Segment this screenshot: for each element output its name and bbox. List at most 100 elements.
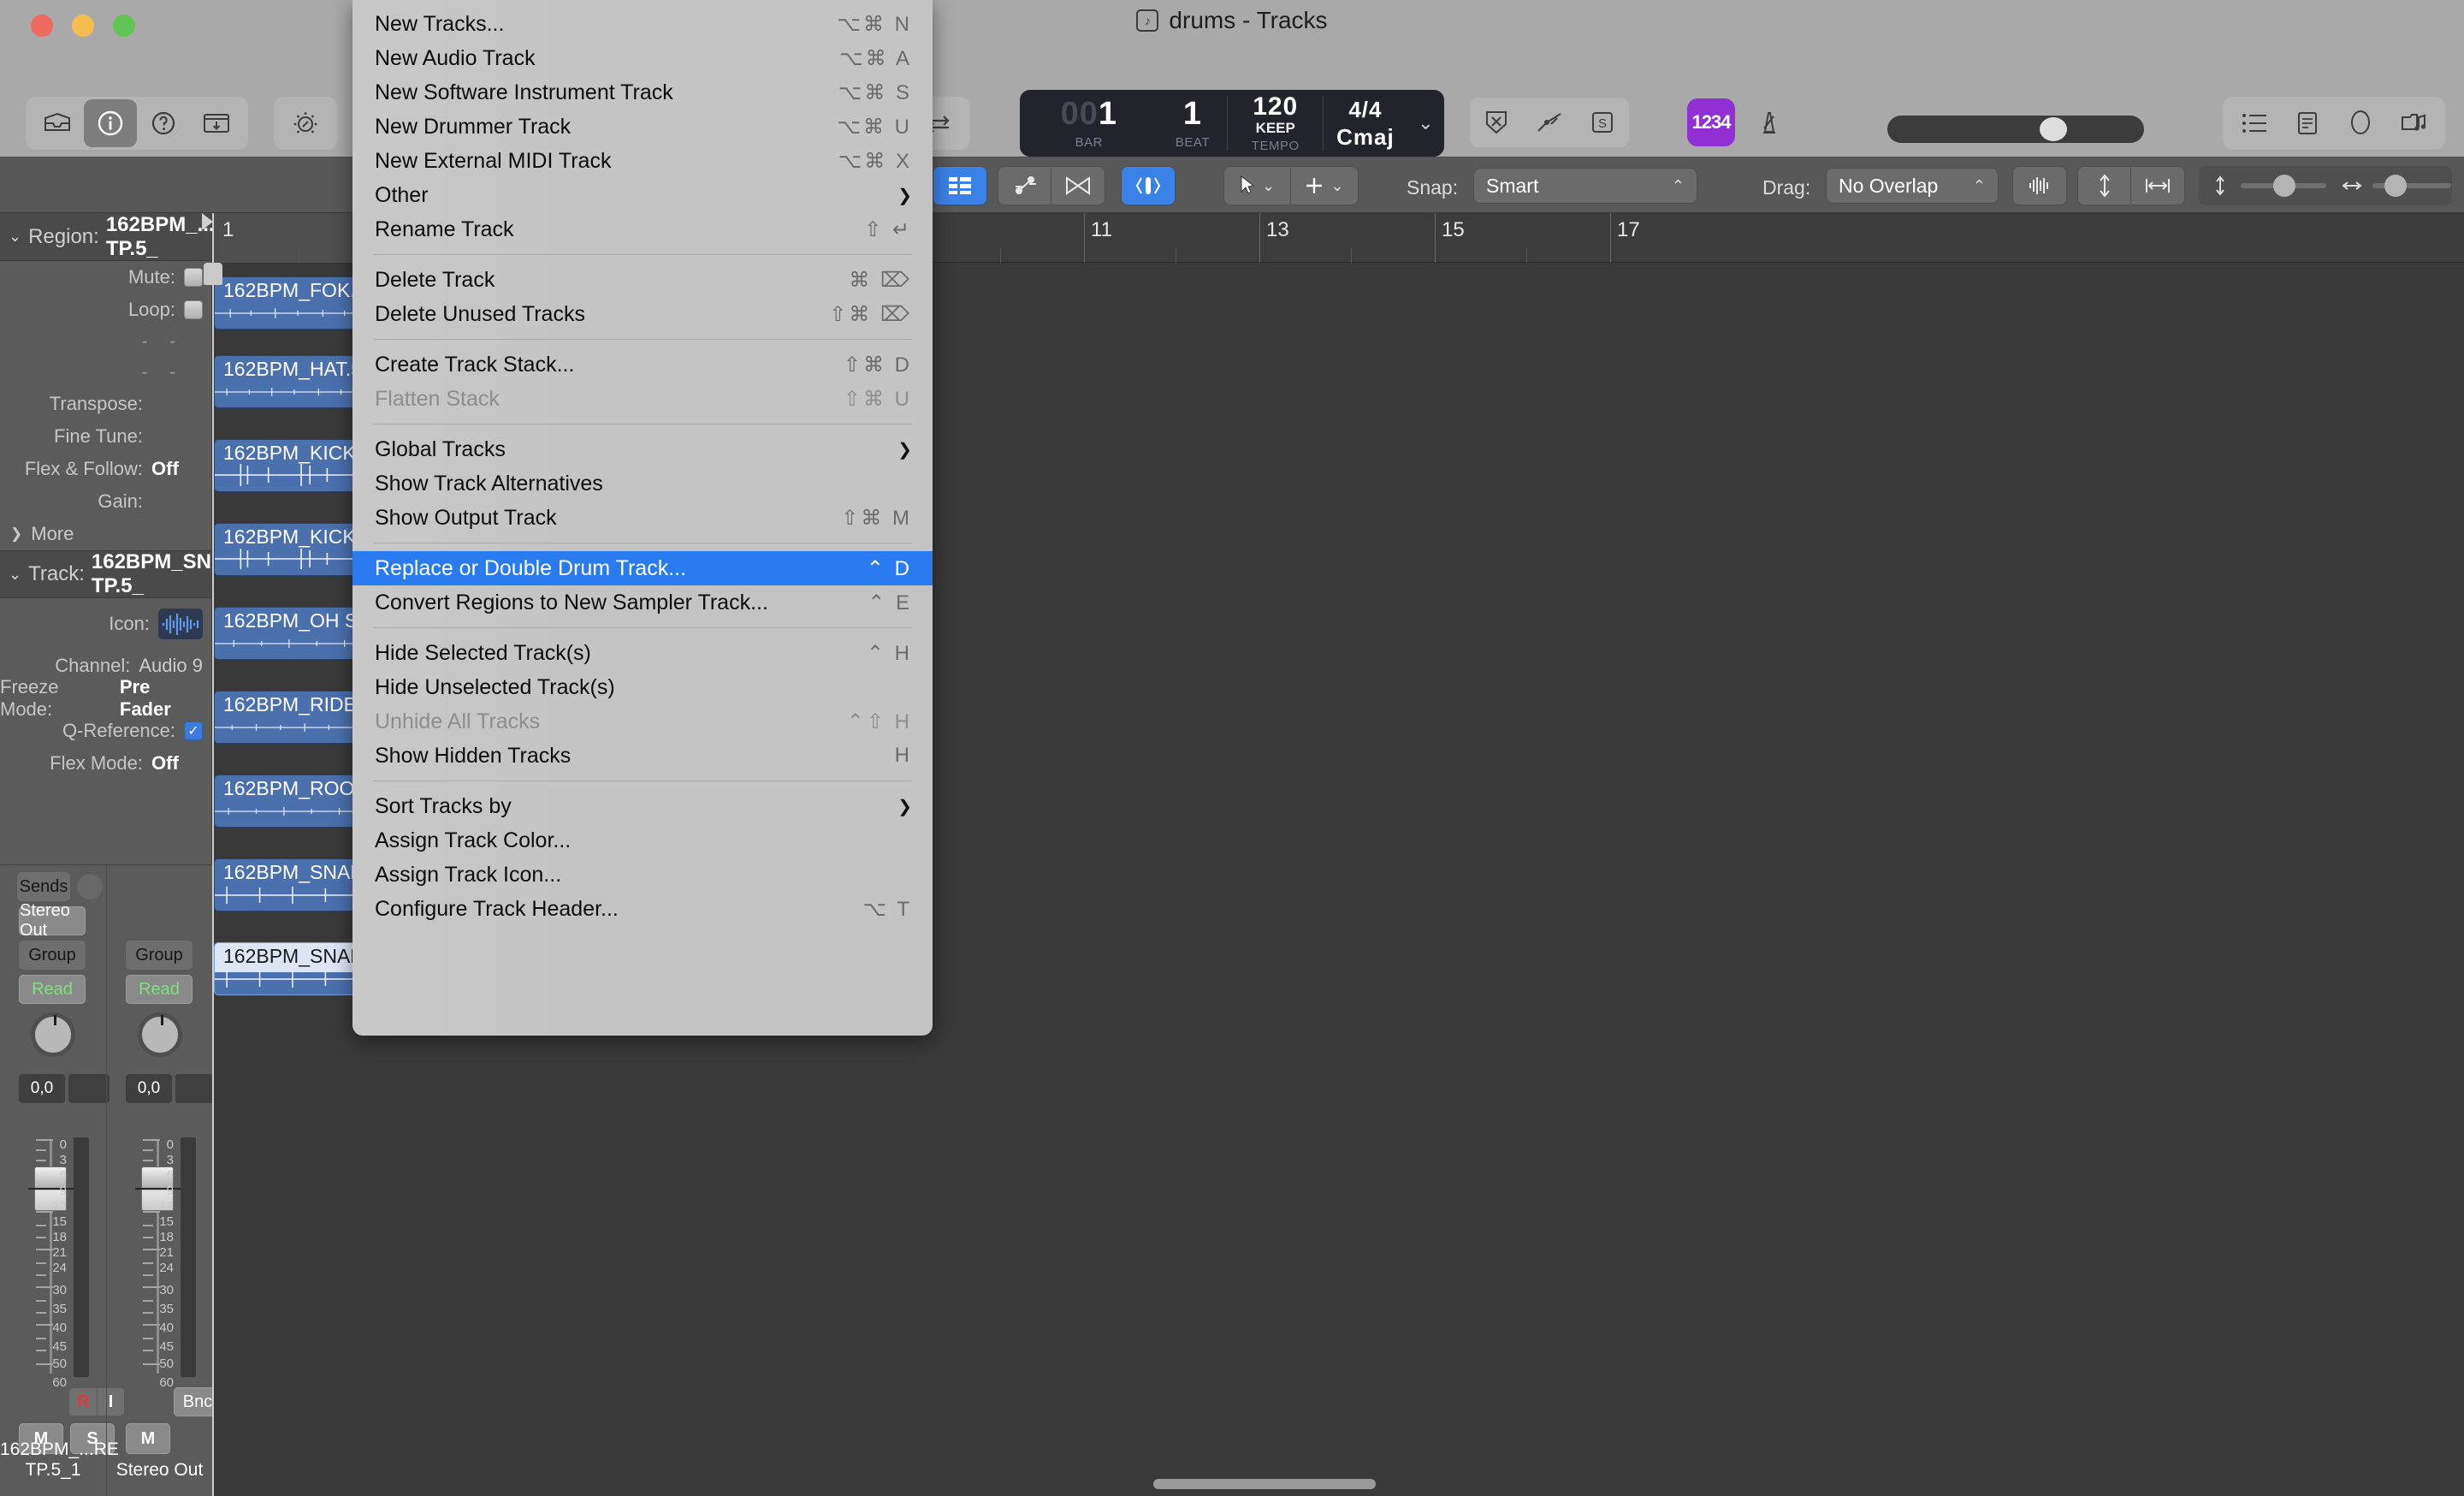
playhead[interactable] <box>202 213 222 1496</box>
menu-item-create-track-stack[interactable]: Create Track Stack... ⇧⌘ D <box>352 347 933 382</box>
menu-item-new-tracks[interactable]: New Tracks... ⌥⌘ N <box>352 7 933 41</box>
chevron-down-icon-region[interactable]: ⌄ <box>9 228 21 246</box>
gain-value[interactable] <box>68 1074 110 1103</box>
menu-item-shortcut: ⌥⌘ U <box>837 115 912 139</box>
drag-dropdown[interactable]: No Overlap ⌃ <box>1826 168 1999 204</box>
menu-item-sort-tracks-by[interactable]: Sort Tracks by ❯ <box>352 789 933 823</box>
menu-item-rename-track[interactable]: Rename Track ⇧ ↵ <box>352 212 933 246</box>
track-context-menu[interactable]: New Tracks... ⌥⌘ N New Audio Track ⌥⌘ A New … <box>352 0 933 1036</box>
menu-item-assign-track-color[interactable]: Assign Track Color... <box>352 823 933 858</box>
menu-item-other[interactable]: Other ❯ <box>352 178 933 212</box>
track-freeze-row[interactable]: Freeze Mode: Pre Fader <box>0 676 211 720</box>
region-finetune-row[interactable]: Fine Tune: <box>0 420 211 453</box>
vertical-zoom-glyph <box>2200 167 2241 205</box>
automation-mode-button[interactable]: Read <box>19 975 86 1004</box>
menu-item-label: New Drummer Track <box>375 114 572 139</box>
menu-item-delete-track[interactable]: Delete Track ⌘ ⌦ <box>352 263 933 297</box>
region-loop-checkbox[interactable] <box>184 300 203 319</box>
region-more-row[interactable]: ❯ More <box>0 518 211 550</box>
list-editors-icon[interactable] <box>2228 99 2281 147</box>
sends-knob[interactable] <box>77 874 103 899</box>
smart-controls-icon[interactable] <box>279 99 332 147</box>
record-enable-button[interactable]: R <box>69 1388 97 1416</box>
menu-item-new-drummer-track[interactable]: New Drummer Track ⌥⌘ U <box>352 110 933 144</box>
drag-value: No Overlap <box>1839 174 1939 197</box>
chevron-down-icon[interactable]: ⌄ <box>1407 90 1444 157</box>
group-button[interactable]: Group <box>19 941 86 970</box>
menu-item-shortcut: ⌘ ⌦ <box>849 268 912 292</box>
region-transpose-row[interactable]: Transpose: <box>0 388 211 420</box>
low-latency-icon[interactable] <box>1470 100 1523 145</box>
menu-item-global-tracks[interactable]: Global Tracks ❯ <box>352 432 933 466</box>
pan-value-2[interactable]: 0,0 <box>126 1074 172 1103</box>
horizontal-zoom-slider[interactable] <box>2372 175 2451 197</box>
region-loop-row[interactable]: Loop: <box>0 294 211 326</box>
master-volume-knob[interactable] <box>2040 117 2067 141</box>
menu-item-convert-regions-to-new-sampler-track[interactable]: Convert Regions to New Sampler Track... ⌃… <box>352 585 933 620</box>
group-button-2[interactable]: Group <box>126 941 192 970</box>
automation-icon[interactable] <box>1523 100 1576 145</box>
output-button[interactable]: Stereo Out <box>19 901 86 940</box>
playhead-handle[interactable] <box>204 263 222 285</box>
fit-width-icon[interactable] <box>2131 167 2184 205</box>
menu-item-show-hidden-tracks[interactable]: Show Hidden Tracks H <box>352 739 933 773</box>
metronome-icon[interactable] <box>1745 98 1793 146</box>
notes-icon[interactable] <box>2281 99 2334 147</box>
region-gain-row[interactable]: Gain: <box>0 485 211 518</box>
flex-icon[interactable] <box>998 167 1051 205</box>
region-inspector-header[interactable]: ⌄ Region: 162BPM_...ARE TP.5_ <box>0 213 258 261</box>
library-icon[interactable] <box>31 99 84 147</box>
horizontal-scrollbar[interactable] <box>1153 1479 1376 1489</box>
track-flexmode-row[interactable]: Flex Mode: Off <box>0 747 211 780</box>
secondary-tool[interactable]: ⌄ <box>1291 167 1358 205</box>
menu-item-new-software-instrument-track[interactable]: New Software Instrument Track ⌥⌘ S <box>352 75 933 110</box>
horizontal-zoom-handle[interactable] <box>2384 175 2407 197</box>
menu-item-show-output-track[interactable]: Show Output Track ⇧⌘ M <box>352 501 933 535</box>
media-browser-icon[interactable] <box>2387 99 2440 147</box>
region-mute-row[interactable]: Mute: <box>0 261 211 294</box>
fade-icon[interactable] <box>1051 167 1105 205</box>
pan-knob[interactable] <box>31 1012 75 1057</box>
track-qreference-checkbox[interactable]: ✓ <box>184 721 203 740</box>
gain-value-2[interactable] <box>175 1074 216 1103</box>
menu-item-delete-unused-tracks[interactable]: Delete Unused Tracks ⇧⌘ ⌦ <box>352 297 933 331</box>
menu-item-show-track-alternatives[interactable]: Show Track Alternatives <box>352 466 933 501</box>
track-inspector-header[interactable]: ⌄ Track: 162BPM_SNARE TP.5_ <box>0 550 255 598</box>
menu-item-replace-or-double-drum-track[interactable]: Replace or Double Drum Track... ⌃ D <box>352 551 933 585</box>
loop-browser-icon[interactable] <box>2334 99 2387 147</box>
track-headers-icon[interactable] <box>933 167 986 205</box>
count-in-icon[interactable]: 1234 <box>1687 98 1735 146</box>
waveform-view-icon[interactable] <box>2013 167 2066 205</box>
vertical-zoom-icon[interactable] <box>2078 167 2131 205</box>
vertical-zoom-handle[interactable] <box>2273 175 2295 197</box>
menu-item-hide-selected-track-s[interactable]: Hide Selected Track(s) ⌃ H <box>352 636 933 670</box>
lcd-display[interactable]: 001 BAR 1 BEAT 120 KEEP TEMPO 4/4 Cmaj ⌄ <box>1020 90 1444 157</box>
snap-dropdown[interactable]: Smart ⌃ <box>1473 168 1697 204</box>
track-freeze-value: Pre Fader <box>119 676 171 720</box>
menu-item-hide-unselected-track-s[interactable]: Hide Unselected Track(s) <box>352 670 933 704</box>
sends-button[interactable]: Sends <box>17 872 70 901</box>
master-volume-slider[interactable] <box>1887 116 2144 143</box>
quick-help-icon[interactable] <box>137 99 190 147</box>
toolbar-icon[interactable] <box>190 99 243 147</box>
chevron-down-icon-track[interactable]: ⌄ <box>9 566 21 584</box>
menu-item-configure-track-header[interactable]: Configure Track Header... ⌥ T <box>352 892 933 926</box>
pan-value[interactable]: 0,0 <box>19 1074 65 1103</box>
audio-waveform-icon[interactable] <box>158 608 203 639</box>
track-icon-row[interactable]: Icon: <box>0 598 211 650</box>
region-flexfollow-row[interactable]: Flex & Follow: Off <box>0 453 211 485</box>
inspector-icon[interactable] <box>84 99 137 147</box>
flex-time-icon[interactable] <box>1122 167 1175 205</box>
menu-item-label: Assign Track Icon... <box>375 862 562 887</box>
bounce-label: Bnc <box>182 1392 213 1411</box>
menu-item-new-external-midi-track[interactable]: New External MIDI Track ⌥⌘ X <box>352 144 933 178</box>
solo-icon[interactable]: S <box>1576 100 1629 145</box>
menu-item-new-audio-track[interactable]: New Audio Track ⌥⌘ A <box>352 41 933 75</box>
vertical-zoom-slider[interactable] <box>2241 175 2326 197</box>
mute-button-2[interactable]: M <box>126 1423 170 1454</box>
automation-mode-button-2[interactable]: Read <box>126 975 192 1004</box>
pan-knob-2[interactable] <box>138 1012 182 1057</box>
pointer-tool[interactable]: ⌄ <box>1224 167 1291 205</box>
menu-item-assign-track-icon[interactable]: Assign Track Icon... <box>352 858 933 892</box>
region-mute-checkbox[interactable] <box>184 268 203 287</box>
